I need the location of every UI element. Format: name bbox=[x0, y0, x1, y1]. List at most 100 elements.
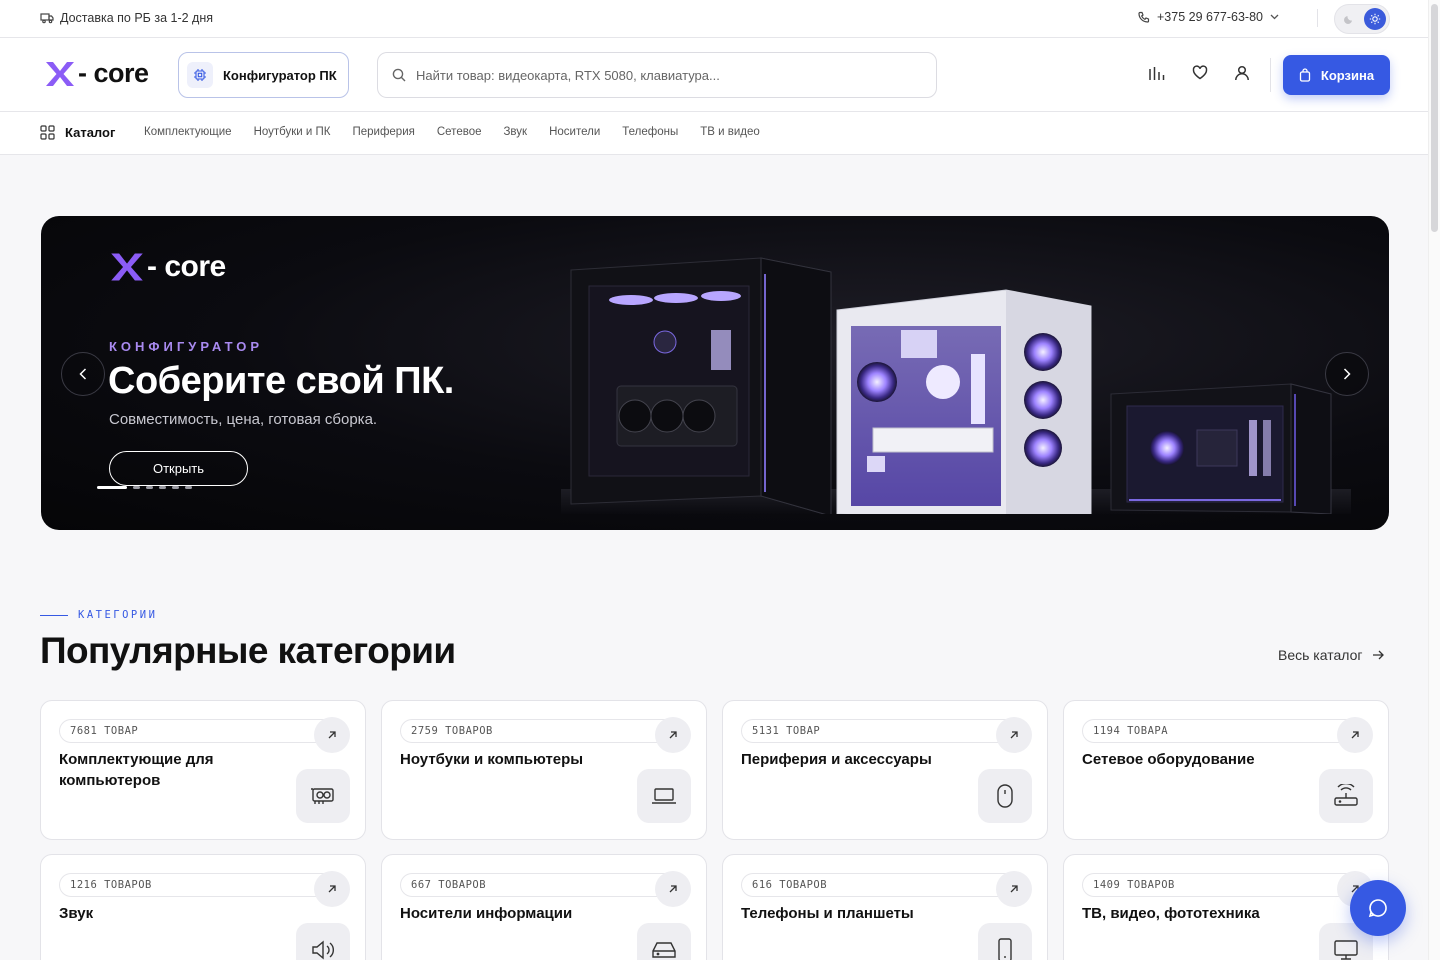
top-bar: Доставка по РБ за 1-2 дня +375 29 677-63… bbox=[0, 0, 1428, 38]
arrow-up-right-icon[interactable] bbox=[655, 871, 691, 907]
gpu-icon bbox=[296, 769, 350, 823]
section-title: Популярные категории bbox=[40, 630, 456, 671]
speaker-icon bbox=[296, 923, 350, 960]
eyebrow-line bbox=[40, 614, 68, 616]
chevron-down-icon bbox=[1270, 14, 1279, 20]
moon-icon bbox=[1344, 13, 1355, 24]
mouse-icon bbox=[978, 769, 1032, 823]
nav-link-phones[interactable]: Телефоны bbox=[622, 126, 678, 138]
phone-dropdown[interactable]: +375 29 677-63-80 bbox=[1138, 10, 1279, 24]
banner-subtitle: Совместимость, цена, готовая сборка. bbox=[109, 411, 378, 428]
slider-dots bbox=[97, 486, 192, 489]
cart-button[interactable]: Корзина bbox=[1283, 55, 1390, 95]
category-card[interactable]: 7681 ТОВАР Комплектующие для компьютеров bbox=[40, 700, 366, 840]
slider-dot[interactable] bbox=[185, 486, 192, 489]
category-card[interactable]: 667 ТОВАРОВ Носители информации bbox=[381, 854, 707, 960]
divider bbox=[1270, 58, 1271, 92]
product-count: 616 ТОВАРОВ bbox=[741, 873, 1019, 897]
hero-banner: - core КОНФИГУРАТОР Соберите свой ПК. Со… bbox=[41, 216, 1389, 530]
slider-next-button[interactable] bbox=[1325, 352, 1369, 396]
router-icon bbox=[1319, 769, 1373, 823]
section-eyebrow: КАТЕГОРИИ bbox=[40, 609, 157, 621]
main-header: - core Конфигуратор ПК Корзина bbox=[0, 38, 1428, 112]
search-input[interactable] bbox=[416, 67, 896, 83]
arrow-up-right-icon[interactable] bbox=[996, 717, 1032, 753]
banner-logo: - core bbox=[109, 250, 226, 284]
section-eyebrow-text: КАТЕГОРИИ bbox=[78, 609, 158, 621]
chip-icon bbox=[187, 62, 213, 88]
category-card[interactable]: 1216 ТОВАРОВ Звук bbox=[40, 854, 366, 960]
category-nav: Каталог Комплектующие Ноутбуки и ПК Пери… bbox=[0, 112, 1428, 155]
laptop-icon bbox=[637, 769, 691, 823]
theme-toggle[interactable] bbox=[1334, 4, 1390, 34]
search-icon bbox=[392, 68, 406, 82]
product-count: 1216 ТОВАРОВ bbox=[59, 873, 337, 897]
divider bbox=[1317, 9, 1318, 27]
catalog-button[interactable]: Каталог bbox=[40, 125, 115, 140]
category-title: Ноутбуки и компьютеры bbox=[400, 751, 584, 768]
product-count: 1409 ТОВАРОВ bbox=[1082, 873, 1360, 897]
arrow-up-right-icon[interactable] bbox=[314, 871, 350, 907]
category-title: Комплектующие для компьютеров bbox=[59, 751, 214, 789]
category-title: Телефоны и планшеты bbox=[741, 905, 914, 922]
nav-link-tv[interactable]: ТВ и видео bbox=[700, 126, 760, 138]
logo[interactable]: - core bbox=[44, 58, 149, 89]
nav-link-peripherals[interactable]: Периферия bbox=[352, 126, 414, 138]
chevron-right-icon bbox=[1343, 368, 1351, 380]
arrow-right-icon bbox=[1372, 650, 1385, 660]
shopping-bag-icon bbox=[1299, 68, 1311, 82]
heart-icon[interactable] bbox=[1192, 65, 1208, 80]
chat-icon bbox=[1368, 898, 1388, 918]
drive-icon bbox=[637, 923, 691, 960]
product-count: 7681 ТОВАР bbox=[59, 719, 337, 743]
category-card[interactable]: 1409 ТОВАРОВ ТВ, видео, фототехника bbox=[1063, 854, 1389, 960]
configurator-button[interactable]: Конфигуратор ПК bbox=[178, 52, 349, 98]
banner-open-button[interactable]: Открыть bbox=[109, 451, 248, 486]
slider-dot[interactable] bbox=[159, 486, 166, 489]
arrow-up-right-icon[interactable] bbox=[1337, 717, 1373, 753]
truck-icon bbox=[40, 12, 54, 24]
compare-icon[interactable] bbox=[1148, 65, 1166, 81]
slider-dot[interactable] bbox=[146, 486, 153, 489]
slider-prev-button[interactable] bbox=[61, 352, 105, 396]
logo-text: - core bbox=[78, 58, 149, 88]
category-card[interactable]: 5131 ТОВАР Периферия и аксессуары bbox=[722, 700, 1048, 840]
banner-eyebrow: КОНФИГУРАТОР bbox=[109, 339, 263, 354]
slider-dot[interactable] bbox=[133, 486, 140, 489]
nav-link-network[interactable]: Сетевое bbox=[437, 126, 482, 138]
search-bar[interactable] bbox=[377, 52, 937, 98]
nav-link-storage[interactable]: Носители bbox=[549, 126, 600, 138]
scrollbar-thumb[interactable] bbox=[1431, 4, 1438, 232]
phone-icon bbox=[978, 923, 1032, 960]
product-count: 5131 ТОВАР bbox=[741, 719, 1019, 743]
configurator-label: Конфигуратор ПК bbox=[223, 67, 337, 83]
nav-link-components[interactable]: Комплектующие bbox=[144, 126, 232, 138]
phone-icon bbox=[1138, 11, 1150, 23]
chat-button[interactable] bbox=[1350, 880, 1406, 936]
category-card[interactable]: 616 ТОВАРОВ Телефоны и планшеты bbox=[722, 854, 1048, 960]
all-catalog-link[interactable]: Весь каталог bbox=[1278, 647, 1385, 663]
phone-number: +375 29 677-63-80 bbox=[1157, 10, 1263, 24]
cart-label: Корзина bbox=[1320, 67, 1375, 83]
arrow-up-right-icon[interactable] bbox=[655, 717, 691, 753]
product-count: 2759 ТОВАРОВ bbox=[400, 719, 678, 743]
arrow-up-right-icon[interactable] bbox=[996, 871, 1032, 907]
category-title: ТВ, видео, фототехника bbox=[1082, 905, 1260, 922]
logo-x-icon bbox=[44, 60, 76, 88]
catalog-label: Каталог bbox=[65, 125, 116, 140]
slider-dot[interactable] bbox=[97, 486, 127, 489]
nav-link-sound[interactable]: Звук bbox=[503, 126, 527, 138]
category-title: Носители информации bbox=[400, 905, 573, 922]
arrow-up-right-icon[interactable] bbox=[314, 717, 350, 753]
chevron-left-icon bbox=[79, 368, 87, 380]
product-count: 1194 ТОВАРА bbox=[1082, 719, 1360, 743]
category-card[interactable]: 2759 ТОВАРОВ Ноутбуки и компьютеры bbox=[381, 700, 707, 840]
banner-title: Соберите свой ПК. bbox=[108, 360, 454, 402]
category-title: Периферия и аксессуары bbox=[741, 751, 932, 768]
banner-logo-text: - core bbox=[147, 250, 226, 283]
user-icon[interactable] bbox=[1234, 65, 1250, 81]
product-count: 667 ТОВАРОВ bbox=[400, 873, 678, 897]
slider-dot[interactable] bbox=[172, 486, 179, 489]
nav-link-laptops[interactable]: Ноутбуки и ПК bbox=[254, 126, 331, 138]
category-card[interactable]: 1194 ТОВАРА Сетевое оборудование bbox=[1063, 700, 1389, 840]
